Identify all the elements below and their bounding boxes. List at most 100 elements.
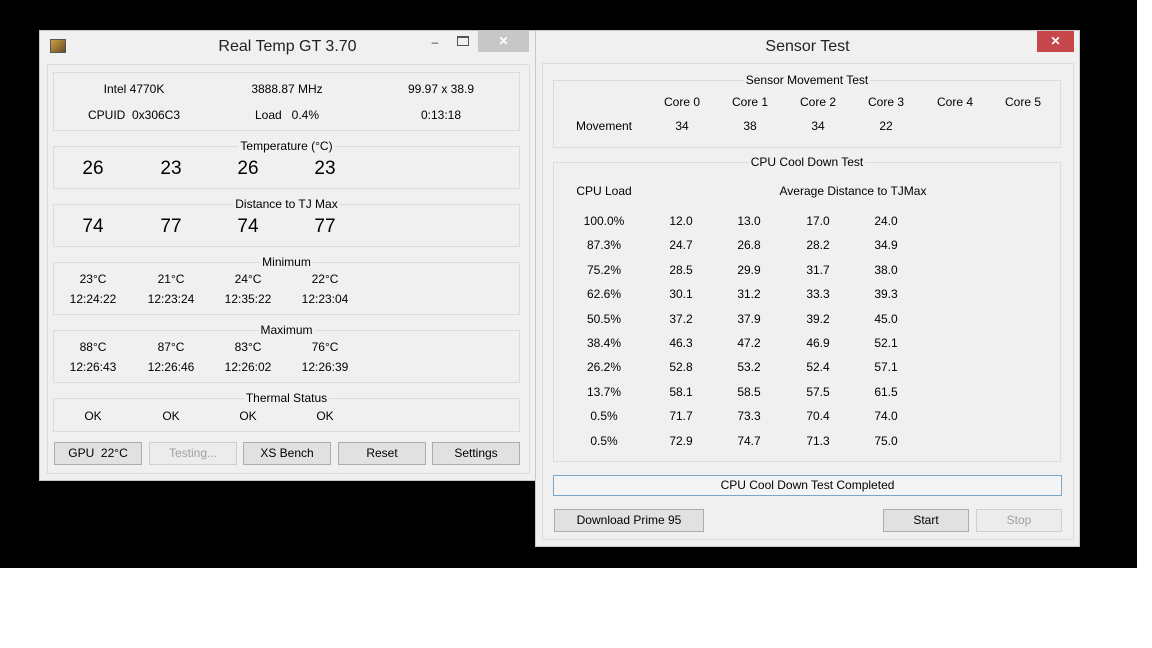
cpu-load-value: 0.5%	[590, 433, 618, 448]
max-time: 12:26:39	[301, 360, 349, 374]
distance-value: 74.0	[874, 409, 898, 424]
min-temp: 21°C	[157, 272, 185, 286]
distance-value: 45.0	[874, 311, 898, 326]
group-label: Sensor Movement Test	[743, 73, 871, 87]
distance-value: 57.1	[874, 360, 898, 375]
cpuid: CPUID 0x306C3	[87, 108, 181, 122]
distance-value: 73.3	[737, 409, 761, 424]
core-header: Core 4	[936, 95, 974, 109]
sensor-movement-group: Sensor Movement Test Movement Core 0 Core…	[553, 73, 1061, 148]
max-temp: 88°C	[79, 340, 107, 354]
reset-button[interactable]: Reset	[338, 442, 426, 465]
distance-value: 37.9	[737, 311, 761, 326]
group-label: Maximum	[258, 323, 315, 337]
xs-bench-button[interactable]: XS Bench	[243, 442, 331, 465]
distance-value: 31.2	[737, 287, 761, 302]
start-button[interactable]: Start	[883, 509, 969, 532]
min-time: 12:23:04	[301, 292, 349, 306]
uptime: 0:13:18	[420, 108, 462, 122]
movement-label: Movement	[575, 119, 633, 133]
settings-button[interactable]: Settings	[432, 442, 520, 465]
max-time: 12:26:43	[69, 360, 117, 374]
testing-button[interactable]: Testing...	[149, 442, 237, 465]
core-distance: 77	[314, 216, 336, 237]
download-prime95-button[interactable]: Download Prime 95	[554, 509, 704, 532]
movement-value: 38	[743, 119, 757, 133]
distance-value: 28.5	[669, 262, 693, 277]
cpu-info-group: Intel 4770K 3888.87 MHz 99.97 x 38.9 CPU…	[53, 72, 520, 131]
movement-value: 22	[879, 119, 893, 133]
cpu-frequency: 3888.87 MHz	[251, 82, 323, 96]
max-temp: 87°C	[157, 340, 185, 354]
group-label: CPU Cool Down Test	[748, 155, 866, 169]
thermal-status: OK	[84, 409, 102, 423]
thermal-status: OK	[162, 409, 180, 423]
distance-value: 34.9	[874, 238, 898, 253]
max-time: 12:26:46	[147, 360, 195, 374]
distance-value: 46.9	[806, 336, 830, 350]
core-header: Core 5	[1004, 95, 1042, 109]
distance-value: 28.2	[806, 238, 830, 253]
min-temp: 22°C	[311, 272, 339, 286]
min-time: 12:23:24	[147, 292, 195, 306]
close-button[interactable]: ✕	[1037, 31, 1074, 52]
distance-value: 31.7	[806, 262, 830, 277]
core-header: Core 0	[663, 95, 701, 109]
cpu-load-value: 0.5%	[590, 409, 618, 424]
avg-distance-header: Average Distance to TJMax	[779, 184, 927, 198]
movement-value: 34	[675, 119, 689, 133]
cpu-load-value: 75.2%	[586, 262, 622, 277]
distance-value: 24.7	[669, 238, 693, 253]
distance-value: 58.5	[737, 384, 761, 399]
cpu-multiplier: 99.97 x 38.9	[407, 82, 475, 96]
minimize-button[interactable]: –	[420, 31, 450, 53]
distance-value: 47.2	[737, 336, 761, 350]
max-time: 12:26:02	[224, 360, 272, 374]
maximize-button[interactable]	[450, 31, 476, 53]
max-temp: 76°C	[311, 340, 339, 354]
distance-value: 71.7	[669, 409, 693, 424]
distance-value: 39.3	[874, 287, 898, 302]
core-distance: 77	[160, 216, 182, 237]
core-distance: 74	[82, 216, 104, 237]
distance-value: 75.0	[874, 433, 898, 448]
movement-value: 34	[811, 119, 825, 133]
cpu-model: Intel 4770K	[103, 82, 165, 96]
cpu-load-header: CPU Load	[576, 184, 632, 198]
cpu-load-value: 50.5%	[586, 311, 622, 326]
group-label: Temperature (°C)	[238, 139, 335, 153]
max-temp: 83°C	[234, 340, 262, 354]
distance-value: 26.8	[737, 238, 761, 253]
thermal-status-group: Thermal Status OK OK OK OK	[53, 391, 520, 432]
min-temp: 23°C	[79, 272, 107, 286]
cpu-cool-down-group: CPU Cool Down Test CPU Load Average Dist…	[553, 155, 1061, 462]
distance-value: 46.3	[669, 336, 693, 350]
minimum-group: Minimum 23°C 12:24:22 21°C 12:23:24 24°C 12:3…	[53, 255, 520, 315]
group-label: Minimum	[260, 255, 313, 269]
distance-value: 61.5	[874, 384, 898, 399]
cpu-load-value: 87.3%	[586, 238, 622, 253]
cpu-load-value: 100.0%	[583, 214, 625, 228]
gpu-button[interactable]: GPU 22°C	[54, 442, 142, 465]
core-temperature: 23	[314, 158, 336, 179]
thermal-status: OK	[239, 409, 257, 423]
cpu-load: Load 0.4%	[254, 108, 320, 122]
distance-value: 52.4	[806, 360, 830, 375]
distance-value: 58.1	[669, 384, 693, 399]
cpu-load-value: 26.2%	[586, 360, 622, 375]
distance-value: 29.9	[737, 262, 761, 277]
close-button[interactable]: ✕	[478, 31, 529, 52]
distance-value: 74.7	[737, 433, 761, 448]
core-temperature: 23	[160, 158, 182, 179]
group-label: Thermal Status	[243, 391, 330, 405]
distance-value: 52.1	[874, 336, 898, 350]
distance-value: 37.2	[669, 311, 693, 326]
core-temperature: 26	[82, 158, 104, 179]
cpu-load-value: 13.7%	[586, 384, 622, 399]
distance-value: 30.1	[669, 287, 693, 302]
distance-value: 39.2	[806, 311, 830, 326]
distance-value: 33.3	[806, 287, 830, 302]
distance-value: 12.0	[669, 214, 693, 228]
distance-value: 71.3	[806, 433, 830, 448]
stop-button[interactable]: Stop	[976, 509, 1062, 532]
